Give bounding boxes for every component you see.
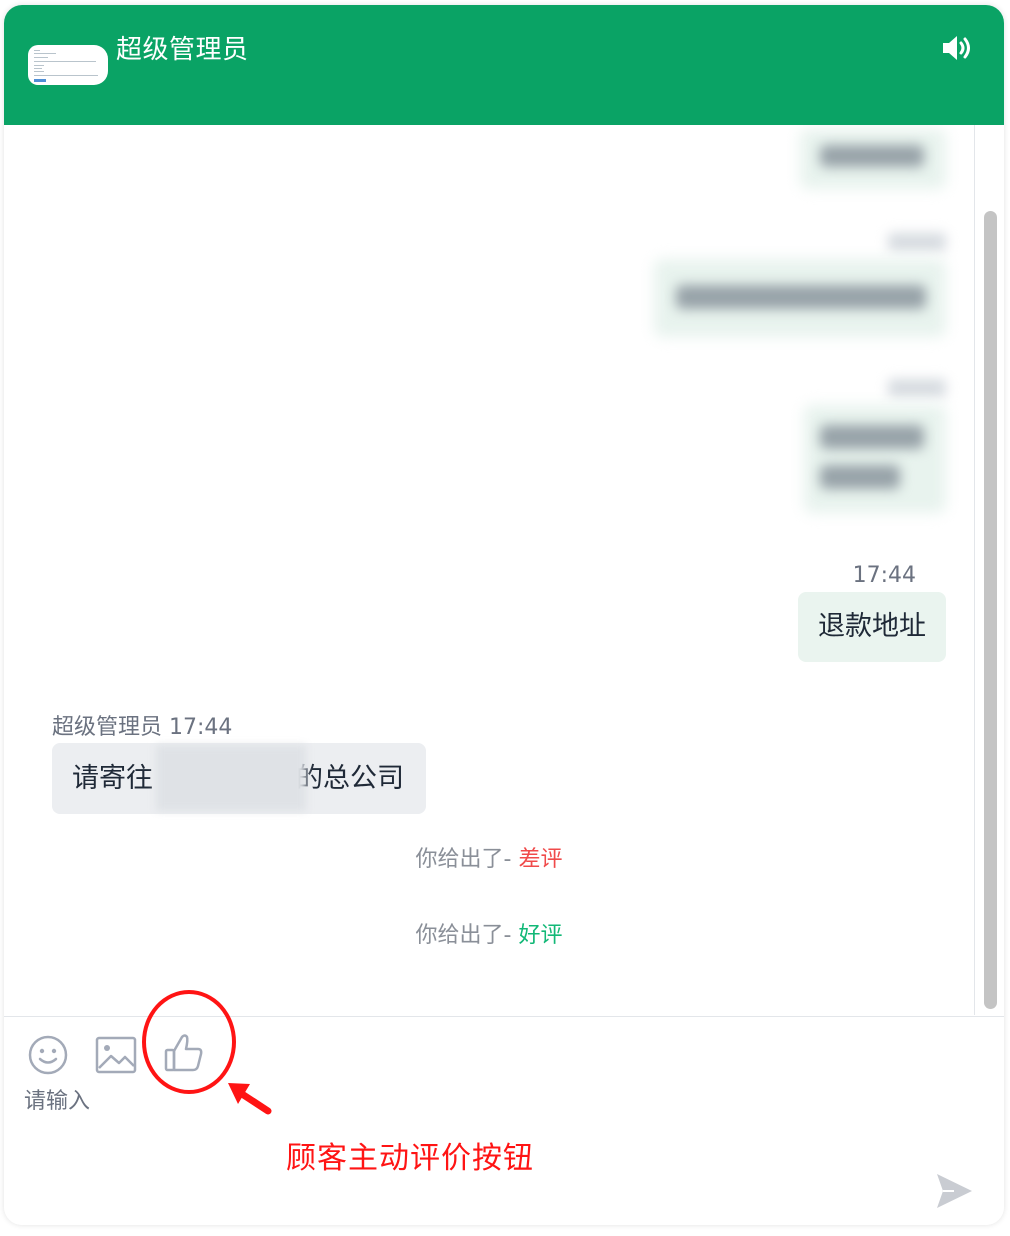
- message-time: 17:44: [169, 715, 233, 740]
- sender-info: 超级管理员 17:44: [52, 709, 232, 741]
- image-icon[interactable]: [94, 1033, 138, 1077]
- send-icon[interactable]: [934, 1171, 974, 1211]
- rating-bad: 差评: [518, 847, 563, 872]
- annotation-circle: [142, 990, 236, 1094]
- avatar: [28, 45, 108, 85]
- annotation-label: 顾客主动评价按钮: [286, 1141, 534, 1176]
- message-input[interactable]: 请输入: [24, 1083, 90, 1115]
- message-list[interactable]: 17:44 退款地址 超级管理员 17:44 请寄往 的总公司 你给出了- 差评…: [4, 125, 975, 1015]
- incoming-message: 请寄往 的总公司: [52, 743, 426, 814]
- blurred-message: [804, 405, 946, 513]
- sender-name: 超级管理员: [52, 715, 163, 740]
- rating-good: 好评: [518, 923, 563, 948]
- message-text-end: 的总公司: [296, 763, 404, 794]
- message-time: 17:44: [852, 563, 916, 588]
- chat-header: 超级管理员: [4, 5, 1004, 125]
- message-text-start: 请寄往: [72, 763, 153, 794]
- annotation-arrow-icon: [228, 1083, 272, 1115]
- emoji-icon[interactable]: [26, 1033, 70, 1077]
- system-message-rating: 你给出了- 好评: [415, 923, 563, 948]
- page-title: 超级管理员: [116, 35, 249, 65]
- system-message-rating: 你给出了- 差评: [415, 847, 563, 872]
- outgoing-message: 退款地址: [798, 592, 946, 662]
- speaker-icon[interactable]: [940, 33, 974, 63]
- scrollbar[interactable]: [984, 211, 997, 1009]
- redacted-text: [156, 745, 306, 811]
